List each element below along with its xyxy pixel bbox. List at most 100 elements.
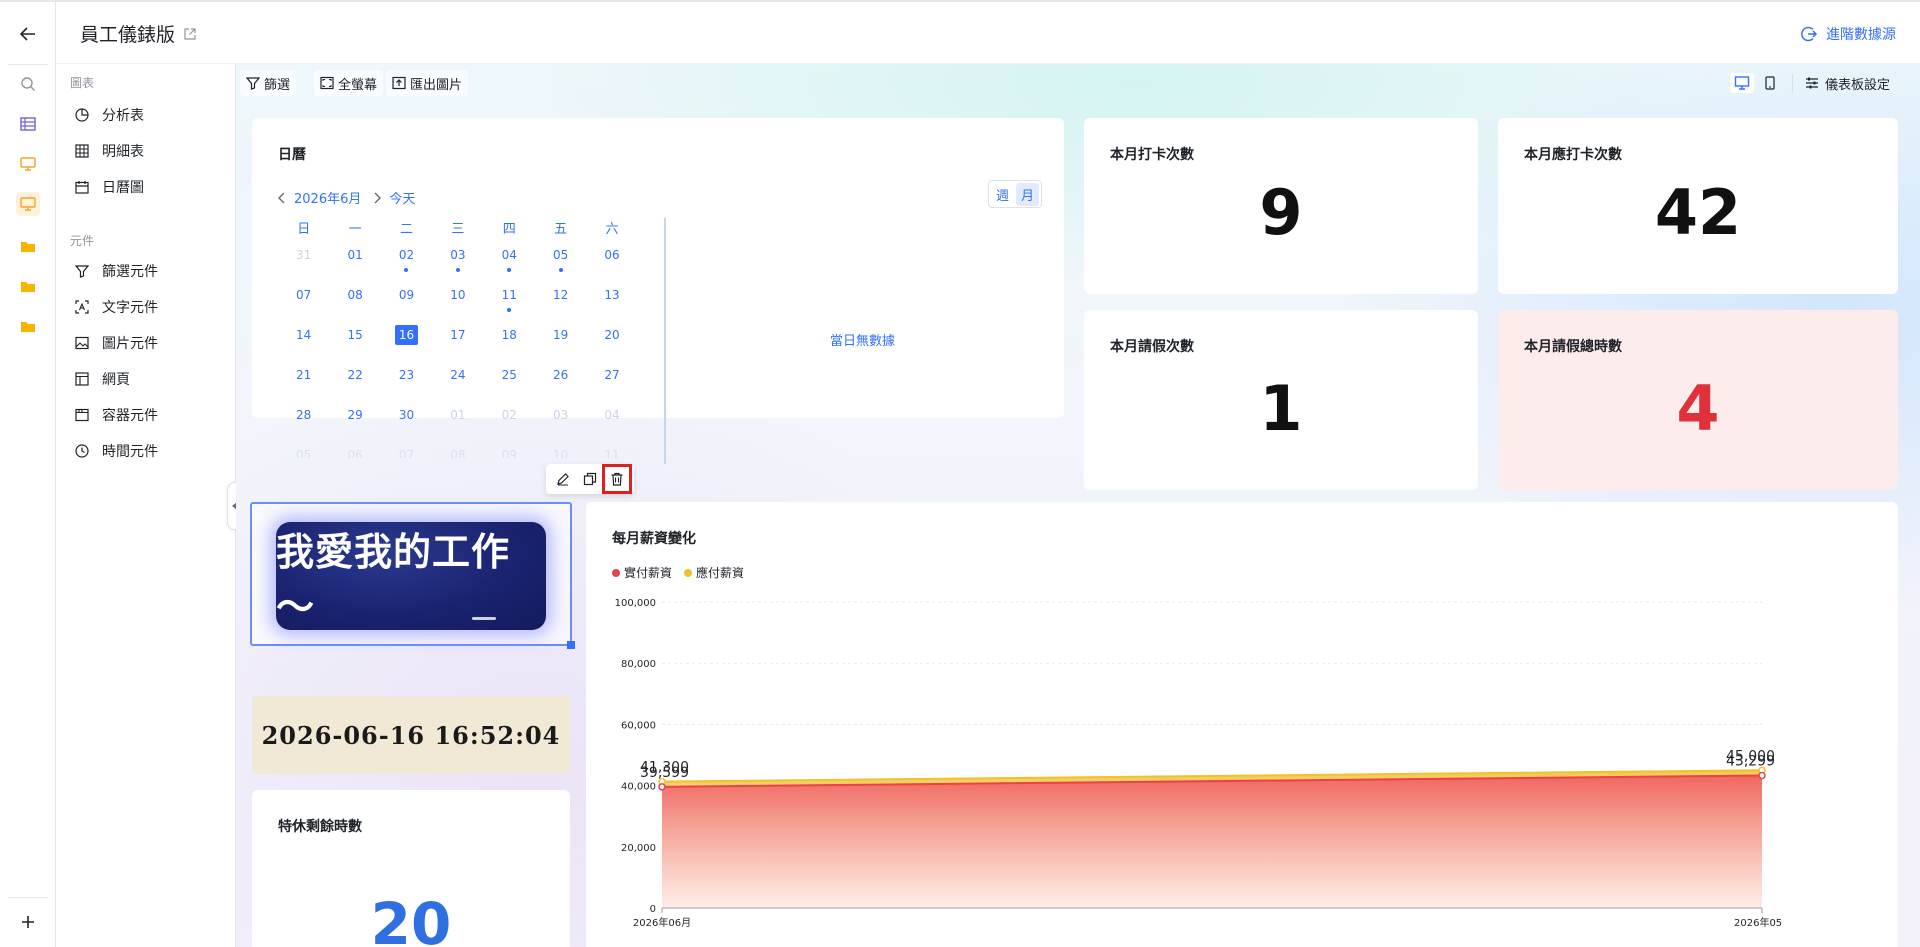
calendar-card: 日曆 2026年6月 今天 週 月 日 一 二 三 四 五 六 31 01 02… (252, 118, 1064, 464)
export-image-button[interactable]: 匯出圖片 (386, 70, 469, 96)
no-data-text: 當日無數據 (830, 334, 896, 349)
calendar-day[interactable]: 03 (432, 242, 483, 282)
calendar-day[interactable]: 24 (432, 362, 483, 402)
plus-icon[interactable] (16, 910, 40, 934)
calendar-day[interactable]: 05 (535, 242, 586, 282)
external-link-icon[interactable] (183, 27, 197, 41)
dashboard-settings-button[interactable]: 儀表板設定 (1805, 74, 1890, 93)
export-icon (392, 76, 406, 90)
calendar-week-row: 14 15 16 17 18 19 20 (278, 322, 638, 362)
calendar-day[interactable]: 02 (381, 242, 432, 282)
calendar-day[interactable]: 10 (535, 442, 586, 458)
calendar-day[interactable]: 23 (381, 362, 432, 402)
kpi-value: 4 (1676, 372, 1720, 445)
calendar-day[interactable]: 18 (484, 322, 535, 362)
calendar-day[interactable]: 01 (432, 402, 483, 442)
search-icon[interactable] (16, 72, 40, 96)
calendar-day[interactable]: 27 (586, 362, 637, 402)
folder-icon[interactable] (16, 234, 40, 258)
data-label: 39,599 (640, 765, 689, 781)
month-toggle[interactable]: 月 (1015, 182, 1039, 206)
desktop-view-icon[interactable] (1730, 73, 1754, 93)
calendar-day[interactable]: 21 (278, 362, 329, 402)
sidebar-item-text-component[interactable]: 文字元件 (74, 293, 158, 321)
sidebar-item-time-component[interactable]: 時間元件 (74, 437, 158, 465)
calendar-day[interactable]: 07 (278, 282, 329, 322)
week-toggle[interactable]: 週 (991, 183, 1014, 206)
event-dot (558, 268, 563, 272)
calendar-day[interactable]: 20 (586, 322, 637, 362)
calendar-day[interactable]: 11 (586, 442, 637, 458)
sidebar-item-calendar-chart[interactable]: 日曆圖 (74, 173, 144, 201)
calendar-day[interactable]: 14 (278, 322, 329, 362)
settings-sliders-icon (1806, 77, 1818, 89)
advanced-datasource-link[interactable]: 進階數據源 (1800, 24, 1896, 44)
event-dot (404, 268, 409, 272)
calendar-day[interactable]: 17 (432, 322, 483, 362)
calendar-day[interactable]: 05 (278, 442, 329, 458)
calendar-day[interactable]: 08 (432, 442, 483, 458)
mobile-view-icon[interactable] (1760, 73, 1780, 93)
calendar-day[interactable]: 09 (381, 282, 432, 322)
sidebar-item-label: 容器元件 (102, 408, 158, 424)
delete-trash-icon[interactable] (601, 464, 632, 494)
calendar-day[interactable]: 30 (381, 402, 432, 442)
dashboard-active-icon[interactable] (16, 192, 40, 216)
calendar-day[interactable]: 11 (484, 282, 535, 322)
folder-icon[interactable] (16, 314, 40, 338)
calendar-day[interactable]: 04 (484, 242, 535, 282)
calendar-day[interactable]: 06 (586, 242, 637, 282)
calendar-day[interactable]: 02 (484, 402, 535, 442)
calendar-day[interactable]: 01 (329, 242, 380, 282)
calendar-day[interactable]: 09 (484, 442, 535, 458)
calendar-day[interactable]: 06 (329, 442, 380, 458)
calendar-day[interactable]: 22 (329, 362, 380, 402)
table-icon[interactable] (16, 112, 40, 136)
duplicate-icon[interactable] (579, 468, 601, 490)
dashboard-icon[interactable] (16, 152, 40, 176)
chevron-right-icon[interactable] (373, 192, 382, 204)
calendar-day[interactable]: 04 (586, 402, 637, 442)
calendar-day[interactable]: 15 (329, 322, 380, 362)
kpi-card-required-checkins: 本月應打卡次數 42 (1498, 118, 1898, 294)
calendar-day[interactable]: 12 (535, 282, 586, 322)
sidebar-item-detail-table[interactable]: 明細表 (74, 137, 144, 165)
calendar-day[interactable]: 03 (535, 402, 586, 442)
kpi-title: 本月請假次數 (1110, 339, 1194, 355)
sidebar-item-filter-component[interactable]: 篩選元件 (74, 257, 158, 285)
sidebar-item-image-component[interactable]: 圖片元件 (74, 329, 158, 357)
calendar-day[interactable]: 10 (432, 282, 483, 322)
page-title-group: 員工儀錶版 (80, 20, 197, 47)
calendar-day[interactable]: 19 (535, 322, 586, 362)
chevron-left-icon[interactable] (278, 192, 286, 204)
calendar-day[interactable]: 26 (535, 362, 586, 402)
calendar-day[interactable]: 29 (329, 402, 380, 442)
sidebar-item-webpage[interactable]: 網頁 (74, 365, 130, 393)
folder-icon[interactable] (16, 274, 40, 298)
toolbar-divider (1792, 74, 1793, 92)
data-point (658, 783, 666, 791)
selected-text-component[interactable]: 我愛我的工作～ (250, 502, 575, 649)
sidebar-item-label: 網頁 (102, 372, 130, 388)
calendar-day-selected[interactable]: 16 (381, 322, 432, 362)
kpi-value: 9 (1259, 176, 1303, 249)
event-dot (455, 268, 460, 272)
sidebar-item-container-component[interactable]: 容器元件 (74, 401, 158, 429)
y-tick-label: 40,000 (621, 782, 656, 793)
resize-handle[interactable] (567, 641, 575, 649)
edit-pencil-icon[interactable] (552, 468, 574, 490)
calendar-day[interactable]: 31 (278, 242, 329, 282)
calendar-day[interactable]: 28 (278, 402, 329, 442)
webpage-icon (74, 371, 90, 387)
calendar-day[interactable]: 25 (484, 362, 535, 402)
calendar-day[interactable]: 07 (381, 442, 432, 458)
back-arrow-icon[interactable] (16, 22, 40, 46)
sidebar-item-analysis-table[interactable]: 分析表 (74, 101, 144, 129)
fullscreen-button[interactable]: 全螢幕 (314, 70, 384, 96)
drag-handle[interactable] (472, 617, 496, 620)
today-button[interactable]: 今天 (389, 188, 415, 207)
calendar-day[interactable]: 08 (329, 282, 380, 322)
filter-button[interactable]: 篩選 (240, 70, 297, 96)
clock-icon (74, 443, 90, 459)
calendar-day[interactable]: 13 (586, 282, 637, 322)
